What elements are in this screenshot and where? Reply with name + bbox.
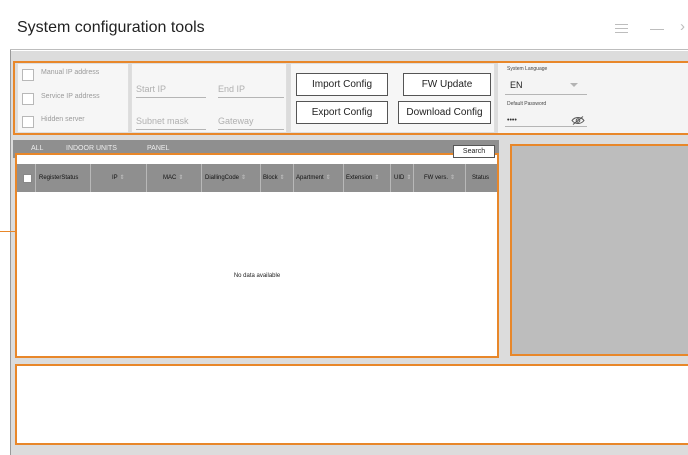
column-separator — [293, 164, 294, 192]
column-separator — [413, 164, 414, 192]
select-all-checkbox[interactable] — [23, 174, 32, 183]
chevron-down-icon[interactable] — [570, 83, 578, 87]
sort-icon: ⇕ — [325, 175, 331, 181]
empty-state-text: No data available — [233, 273, 281, 279]
hamburger-icon[interactable] — [615, 24, 628, 33]
service-ip-label: Service IP address — [41, 93, 100, 100]
column-header-apartment[interactable]: Apartment ⇕ — [296, 164, 331, 192]
fw-update-button[interactable]: FW Update — [403, 73, 491, 96]
eye-icon[interactable] — [571, 116, 585, 125]
sort-icon: ⇕ — [406, 175, 412, 181]
column-separator — [146, 164, 147, 192]
system-language-label: System Language — [507, 66, 548, 72]
start-ip-field[interactable]: Start IP — [136, 83, 206, 98]
language-underline — [505, 94, 587, 95]
column-header-fw-version[interactable]: FW vers. ⇕ — [424, 164, 455, 192]
tab-all[interactable]: ALL — [31, 145, 43, 152]
close-icon[interactable]: › — [680, 19, 685, 34]
default-password-input[interactable]: •••• — [507, 117, 517, 124]
column-header-extension[interactable]: Extension ⇕ — [346, 164, 379, 192]
column-separator — [201, 164, 202, 192]
sort-icon: ⇕ — [450, 175, 456, 181]
column-header-registerstatus[interactable]: RegisterStatus — [39, 164, 78, 192]
window-title: System configuration tools — [17, 19, 205, 36]
hidden-server-checkbox[interactable] — [22, 116, 34, 128]
column-header-mac[interactable]: MAC ⇕ — [163, 164, 183, 192]
sort-icon: ⇕ — [279, 175, 285, 181]
callout-line — [0, 231, 16, 232]
download-config-button[interactable]: Download Config — [398, 101, 491, 124]
column-separator — [260, 164, 261, 192]
manual-ip-label: Manual IP address — [41, 69, 100, 76]
export-config-button[interactable]: Export Config — [296, 101, 388, 124]
column-header-ip[interactable]: IP ⇕ — [112, 164, 125, 192]
end-ip-field[interactable]: End IP — [218, 83, 284, 98]
default-password-label: Default Password — [507, 101, 547, 107]
column-header-uid[interactable]: UID ⇕ — [394, 164, 411, 192]
tab-indoor-units[interactable]: INDOOR UNITS — [66, 145, 117, 152]
column-header-status[interactable]: Status — [472, 164, 489, 192]
system-language-select[interactable]: EN — [510, 80, 523, 90]
sort-icon: ⇕ — [178, 175, 184, 181]
subnet-mask-field[interactable]: Subnet mask — [136, 115, 206, 130]
column-header-diallingcode[interactable]: DiallingCode ⇕ — [205, 164, 246, 192]
hidden-server-label: Hidden server — [41, 116, 85, 123]
log-panel — [15, 364, 688, 445]
gateway-field[interactable]: Gateway — [218, 115, 284, 130]
minimize-icon[interactable] — [650, 29, 664, 30]
column-separator — [343, 164, 344, 192]
sort-icon: ⇕ — [119, 175, 125, 181]
device-details-panel — [510, 144, 688, 356]
sort-icon: ⇕ — [241, 175, 247, 181]
tab-panel[interactable]: PANEL — [147, 145, 169, 152]
import-config-button[interactable]: Import Config — [296, 73, 388, 96]
column-header-block[interactable]: Block ⇕ — [263, 164, 285, 192]
service-ip-checkbox[interactable] — [22, 93, 34, 105]
password-underline — [505, 126, 587, 127]
column-separator — [390, 164, 391, 192]
column-separator — [465, 164, 466, 192]
column-separator — [90, 164, 91, 192]
column-separator — [35, 164, 36, 192]
search-button[interactable]: Search — [453, 145, 495, 158]
sort-icon: ⇕ — [374, 175, 380, 181]
settings-panel — [498, 63, 688, 133]
manual-ip-checkbox[interactable] — [22, 69, 34, 81]
